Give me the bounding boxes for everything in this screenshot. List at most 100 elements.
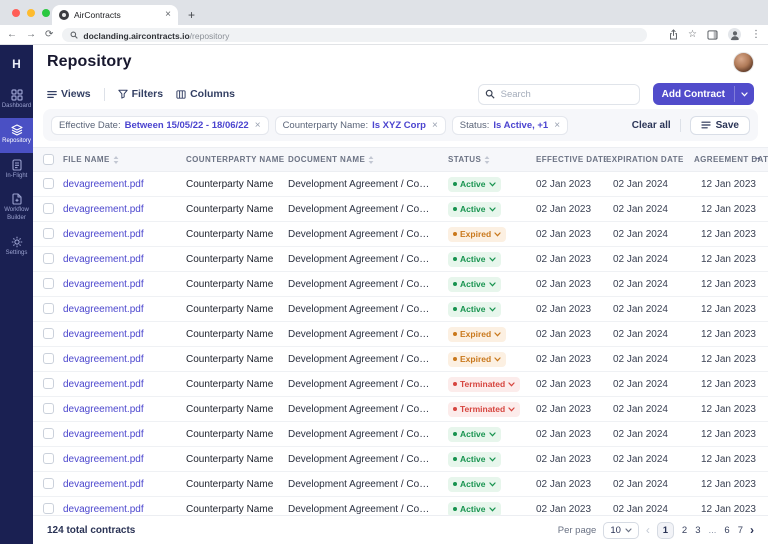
tab-close-icon[interactable]: × xyxy=(165,10,171,20)
sidebar-item-settings[interactable]: Settings xyxy=(0,230,33,265)
status-badge[interactable]: Active xyxy=(448,426,501,442)
views-button[interactable]: Views xyxy=(47,88,91,100)
row-checkbox[interactable] xyxy=(42,278,54,290)
status-badge[interactable]: Active xyxy=(448,476,501,492)
file-name-link[interactable]: devagreement.pdf xyxy=(63,429,144,440)
forward-icon[interactable]: → xyxy=(26,29,36,40)
file-name-link[interactable]: devagreement.pdf xyxy=(63,379,144,390)
filters-button[interactable]: Filters xyxy=(117,88,163,100)
status-dot-icon xyxy=(453,382,457,386)
status-badge[interactable]: Active xyxy=(448,451,501,467)
status-badge[interactable]: Active xyxy=(448,301,501,317)
status-badge[interactable]: Expired xyxy=(448,226,507,242)
page-button-1[interactable]: 1 xyxy=(656,521,674,539)
browser-tab[interactable]: AirContracts × xyxy=(52,5,178,25)
remove-filter-icon[interactable]: × xyxy=(255,120,261,131)
page-button-6[interactable]: 6 xyxy=(724,525,729,536)
sidebar-item-workflow-builder[interactable]: Workflow Builder xyxy=(0,187,33,230)
status-badge[interactable]: Active xyxy=(448,176,501,192)
row-checkbox[interactable] xyxy=(42,253,54,265)
per-page-select[interactable]: 10 xyxy=(603,521,639,539)
columns-button[interactable]: Columns xyxy=(176,88,235,100)
row-checkbox[interactable] xyxy=(42,203,54,215)
filter-chip-effective-date-[interactable]: Effective Date: Between 15/05/22 - 18/06/… xyxy=(51,115,269,135)
back-icon[interactable]: ← xyxy=(7,29,17,40)
status-badge[interactable]: Terminated xyxy=(448,376,521,392)
file-name-link[interactable]: devagreement.pdf xyxy=(63,279,144,290)
user-avatar[interactable] xyxy=(733,51,754,73)
page-button-2[interactable]: 2 xyxy=(682,525,687,536)
file-name-link[interactable]: devagreement.pdf xyxy=(63,304,144,315)
side-panel-icon[interactable] xyxy=(707,29,718,40)
add-contract-dropdown-icon[interactable] xyxy=(735,83,754,105)
file-name-link[interactable]: devagreement.pdf xyxy=(63,354,144,365)
close-window-icon[interactable] xyxy=(12,9,20,17)
column-header-counterparty-name[interactable]: COUNTERPARTY NAME xyxy=(186,147,288,172)
counterparty-name: Counterparty Name xyxy=(186,471,288,497)
file-name-link[interactable]: devagreement.pdf xyxy=(63,479,144,490)
minimize-window-icon[interactable] xyxy=(27,9,35,17)
row-checkbox[interactable] xyxy=(42,503,54,515)
status-badge[interactable]: Active xyxy=(448,201,501,217)
status-badge[interactable]: Terminated xyxy=(448,401,521,417)
remove-filter-icon[interactable]: × xyxy=(554,120,560,131)
add-contract-button[interactable]: Add Contract xyxy=(652,83,754,105)
column-header-effective-date[interactable]: EFFECTIVE DATE xyxy=(536,147,606,172)
row-checkbox[interactable] xyxy=(42,353,54,365)
page-button-7[interactable]: 7 xyxy=(738,525,743,536)
file-name-link[interactable]: devagreement.pdf xyxy=(63,404,144,415)
sidebar-item-repository[interactable]: Repository xyxy=(0,117,33,153)
share-icon[interactable] xyxy=(669,29,678,40)
file-name-link[interactable]: devagreement.pdf xyxy=(63,229,144,240)
page-button-3[interactable]: 3 xyxy=(695,525,700,536)
status-badge[interactable]: Expired xyxy=(448,326,507,342)
browser-profile-avatar[interactable] xyxy=(728,28,741,41)
file-name-link[interactable]: devagreement.pdf xyxy=(63,254,144,265)
file-name-link[interactable]: devagreement.pdf xyxy=(63,204,144,215)
new-tab-button[interactable]: + xyxy=(188,8,195,22)
window-controls[interactable] xyxy=(12,9,50,17)
file-name-link[interactable]: devagreement.pdf xyxy=(63,329,144,340)
reload-icon[interactable]: ⟳ xyxy=(45,29,53,40)
column-header-expiration-date[interactable]: EXPIRATION DATE xyxy=(606,147,686,172)
zoom-window-icon[interactable] xyxy=(42,9,50,17)
column-header-file-name[interactable]: FILE NAME xyxy=(63,147,186,172)
select-all-checkbox[interactable] xyxy=(42,154,54,165)
filter-chip-status-[interactable]: Status: Is Active, +1 × xyxy=(451,115,569,135)
address-bar[interactable]: doclanding.aircontracts.io/repository xyxy=(62,27,648,42)
clear-all-button[interactable]: Clear all xyxy=(632,120,671,131)
status-badge[interactable]: Expired xyxy=(448,351,507,367)
remove-filter-icon[interactable]: × xyxy=(432,120,438,131)
row-checkbox[interactable] xyxy=(42,178,54,190)
row-checkbox[interactable] xyxy=(42,378,54,390)
row-checkbox[interactable] xyxy=(42,428,54,440)
filter-chip-counterparty-name-[interactable]: Counterparty Name: Is XYZ Corp × xyxy=(274,115,446,135)
sidebar-item-in-flight[interactable]: In-Flight xyxy=(0,153,33,188)
row-checkbox[interactable] xyxy=(42,328,54,340)
next-page-icon[interactable]: › xyxy=(750,524,754,536)
row-checkbox[interactable] xyxy=(42,303,54,315)
file-name-link[interactable]: devagreement.pdf xyxy=(63,504,144,515)
scroll-right-icon[interactable]: → xyxy=(751,151,762,163)
status-badge[interactable]: Active xyxy=(448,251,501,267)
status-badge[interactable]: Active xyxy=(448,276,501,292)
row-checkbox[interactable] xyxy=(42,403,54,415)
row-checkbox[interactable] xyxy=(42,478,54,490)
sidebar-item-dashboard[interactable]: Dashboard xyxy=(0,83,33,118)
browser-menu-icon[interactable]: ⋮ xyxy=(751,29,761,40)
counterparty-name: Counterparty Name xyxy=(186,371,288,397)
column-header-status[interactable]: STATUS xyxy=(448,147,536,172)
search-input[interactable] xyxy=(477,83,640,105)
save-view-button[interactable]: Save xyxy=(689,115,750,135)
column-header-document-name[interactable]: DOCUMENT NAME xyxy=(288,147,448,172)
row-checkbox[interactable] xyxy=(42,228,54,240)
row-checkbox[interactable] xyxy=(42,453,54,465)
file-name-link[interactable]: devagreement.pdf xyxy=(63,454,144,465)
bookmark-star-icon[interactable]: ☆ xyxy=(688,29,697,40)
status-badge[interactable]: Active xyxy=(448,501,501,515)
sidebar-item-label: Repository xyxy=(2,137,31,144)
app-logo[interactable]: H xyxy=(0,49,33,79)
prev-page-icon[interactable]: ‹ xyxy=(646,524,650,536)
status-dot-icon xyxy=(453,307,457,311)
file-name-link[interactable]: devagreement.pdf xyxy=(63,179,144,190)
